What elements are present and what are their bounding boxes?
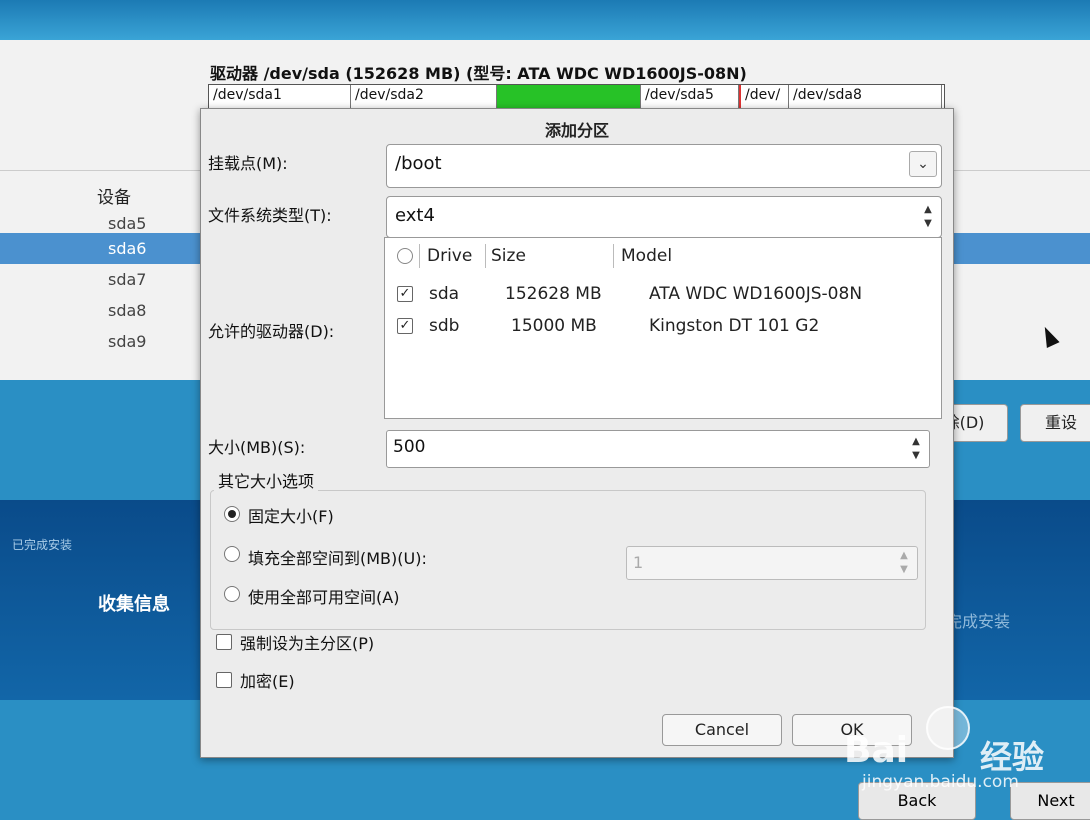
fill-to-label[interactable]: 填充全部空间到(MB)(U): xyxy=(248,545,427,569)
watermark-url: jingyan.baidu.com xyxy=(862,772,1019,792)
column-header-drive[interactable]: Drive xyxy=(427,246,472,266)
size-value: 500 xyxy=(393,437,426,457)
right-done-label: 完成安装 xyxy=(946,612,1011,631)
size-label: 大小(MB)(S): xyxy=(208,438,306,457)
partition-segment[interactable]: /dev/sda1 xyxy=(209,85,351,109)
partition-segment[interactable]: /dev/ xyxy=(739,85,789,109)
other-size-options-title: 其它大小选项 xyxy=(214,468,319,492)
drive-size: 152628 MB xyxy=(505,284,602,304)
fstype-select[interactable]: ext4 ▲ ▼ xyxy=(386,196,942,238)
drive-checkbox[interactable]: ✓ xyxy=(397,318,413,334)
fill-to-radio[interactable] xyxy=(224,546,240,562)
encrypt-label[interactable]: 加密(E) xyxy=(240,668,295,692)
dialog-title: 添加分区 xyxy=(544,121,609,140)
spin-icon[interactable]: ▲ ▼ xyxy=(895,549,913,577)
allowed-drives-table: Drive Size Model ✓ sda 152628 MB ATA WDC… xyxy=(384,237,942,419)
drive-model: Kingston DT 101 G2 xyxy=(649,316,820,336)
fixed-size-radio[interactable] xyxy=(224,506,240,522)
free-space-segment[interactable] xyxy=(497,85,641,109)
column-divider xyxy=(485,244,486,268)
column-divider xyxy=(613,244,614,268)
fixed-size-label[interactable]: 固定大小(F) xyxy=(248,503,334,527)
cancel-button[interactable]: Cancel xyxy=(662,714,782,746)
spin-icon[interactable]: ▲ ▼ xyxy=(907,435,925,463)
watermark-brand: Bai xyxy=(844,730,909,771)
top-banner xyxy=(0,0,1090,40)
mount-point-combo[interactable]: /boot ⌄ xyxy=(386,144,942,188)
paw-icon xyxy=(926,706,970,750)
installer-right-panel xyxy=(930,500,1090,700)
reset-button[interactable]: 重设 xyxy=(1020,404,1090,442)
drive-name: sdb xyxy=(429,316,460,336)
sidebar-collect-label: 收集信息 xyxy=(98,594,170,615)
chevron-down-icon[interactable]: ⌄ xyxy=(909,151,937,177)
force-primary-label[interactable]: 强制设为主分区(P) xyxy=(240,630,374,654)
fill-all-radio[interactable] xyxy=(224,586,240,602)
baidu-watermark: Bai 经验 jingyan.baidu.com xyxy=(830,700,1080,810)
encrypt-checkbox[interactable] xyxy=(216,672,232,688)
updown-icon: ▲ ▼ xyxy=(924,204,932,229)
fstype-label: 文件系统类型(T): xyxy=(208,206,332,225)
partition-segment[interactable]: /dev/sda5 xyxy=(641,85,739,109)
fill-to-value: 1 xyxy=(633,553,644,572)
fill-to-spinbox[interactable]: 1 ▲ ▼ xyxy=(626,546,918,580)
allowed-drives-label: 允许的驱动器(D): xyxy=(208,322,335,341)
mount-point-label: 挂载点(M): xyxy=(208,154,288,173)
force-primary-checkbox[interactable] xyxy=(216,634,232,650)
partition-segment[interactable]: /dev/sda8 xyxy=(789,85,942,109)
partition-segment[interactable]: /dev/sda2 xyxy=(351,85,497,109)
drive-title: 驱动器 /dev/sda (152628 MB) (型号: ATA WDC WD… xyxy=(210,64,747,83)
column-header-model[interactable]: Model xyxy=(621,246,672,266)
drive-size: 15000 MB xyxy=(511,316,597,336)
device-header-label: 设备 xyxy=(97,188,131,208)
size-spinbox[interactable]: 500 ▲ ▼ xyxy=(386,430,930,468)
drive-model: ATA WDC WD1600JS-08N xyxy=(649,284,863,304)
select-all-checkbox[interactable] xyxy=(397,248,413,264)
sidebar-done-label: 已完成安装 xyxy=(12,538,73,552)
table-row[interactable]: ✓ sdb 15000 MB Kingston DT 101 G2 xyxy=(385,312,941,342)
drive-checkbox[interactable]: ✓ xyxy=(397,286,413,302)
table-row[interactable]: ✓ sda 152628 MB ATA WDC WD1600JS-08N xyxy=(385,280,941,310)
mount-point-value: /boot xyxy=(395,153,442,174)
column-header-size[interactable]: Size xyxy=(491,246,526,266)
drive-name: sda xyxy=(429,284,460,304)
disk-partition-bar: /dev/sda1 /dev/sda2 /dev/sda5 /dev/ /dev… xyxy=(208,84,945,110)
column-divider xyxy=(419,244,420,268)
fstype-value: ext4 xyxy=(395,205,435,226)
fill-all-label[interactable]: 使用全部可用空间(A) xyxy=(248,584,399,608)
